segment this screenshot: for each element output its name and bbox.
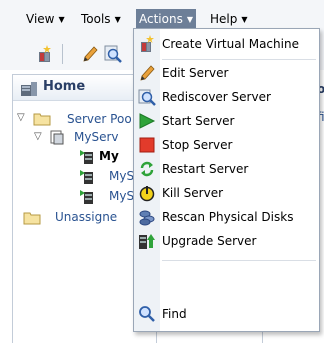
menu-actions[interactable]: Actions ▼ <box>136 9 196 29</box>
menu-actions-label: Actions <box>139 12 183 26</box>
chevron-down-icon: ▼ <box>186 15 193 24</box>
restart-icon <box>140 161 154 177</box>
actions-dropdown-menu: Create Virtual Machine Edit Server Redis… <box>133 28 320 332</box>
server-running-icon <box>80 170 93 184</box>
folder-icon <box>23 212 41 225</box>
chevron-down-icon: ▼ <box>114 15 121 24</box>
menu-item-rediscover-server[interactable]: Rediscover Server <box>134 86 319 108</box>
disks-icon <box>139 210 155 226</box>
start-play-icon <box>139 113 156 129</box>
search-magnifier-icon[interactable] <box>103 44 123 64</box>
tree-home-label[interactable]: Home <box>43 79 85 94</box>
create-vm-icon[interactable] <box>35 44 55 64</box>
menu-tools-label: Tools <box>81 12 111 26</box>
create-vm-icon <box>141 35 154 52</box>
tree-item-my-server-pool[interactable]: MyServ <box>74 128 119 146</box>
find-icon <box>139 306 155 322</box>
tree-item-server-pools[interactable]: Server Poo <box>67 110 132 128</box>
menu-item-rescan-physical-disks[interactable]: Rescan Physical Disks <box>134 206 319 228</box>
menu-item-label: Rescan Physical Disks <box>162 210 294 224</box>
menu-item-restart-server[interactable]: Restart Server <box>134 158 319 180</box>
folder-icon <box>33 113 51 126</box>
menu-item-edit-server[interactable]: Edit Server <box>134 62 319 84</box>
menu-item-label: Create Virtual Machine <box>162 37 299 51</box>
expand-toggle-icon[interactable]: ▽ <box>34 131 42 142</box>
rediscover-icon <box>138 89 156 106</box>
menu-separator <box>162 260 316 261</box>
menu-help-label: Help <box>210 12 238 26</box>
menu-item-stop-server[interactable]: Stop Server <box>134 134 319 156</box>
tree-item-server-selected[interactable]: My <box>99 147 119 165</box>
menu-item-label: Upgrade Server <box>162 234 257 248</box>
menu-item-label: Kill Server <box>162 186 224 200</box>
menu-item-label: Edit Server <box>162 66 229 80</box>
menu-item-kill-server[interactable]: Kill Server <box>134 182 319 204</box>
menu-item-label: Find <box>162 307 187 321</box>
menu-item-label: Restart Server <box>162 162 249 176</box>
home-server-icon <box>21 82 37 96</box>
menu-item-label: Rediscover Server <box>162 90 271 104</box>
tree-item-unassigned[interactable]: Unassigne <box>55 208 117 226</box>
expand-toggle-icon[interactable]: ▽ <box>17 112 25 123</box>
menu-item-label: Stop Server <box>162 138 233 152</box>
kill-power-icon <box>139 186 155 202</box>
server-running-icon <box>80 190 93 204</box>
pencil-icon <box>140 65 155 81</box>
tree-item-server[interactable]: MyS <box>109 187 134 205</box>
toolbar-separator <box>62 44 63 64</box>
edit-pencil-icon[interactable] <box>80 44 100 64</box>
server-running-icon <box>80 150 93 164</box>
server-pool-icon <box>50 130 64 145</box>
menu-item-find[interactable]: Find <box>134 303 319 325</box>
menu-item-start-server[interactable]: Start Server <box>134 110 319 132</box>
menu-item-upgrade-server[interactable]: Upgrade Server <box>134 230 319 252</box>
menu-tools[interactable]: Tools ▼ <box>78 9 124 29</box>
menu-item-create-virtual-machine[interactable]: Create Virtual Machine <box>134 33 319 55</box>
tree-item-server[interactable]: MyS <box>109 167 134 185</box>
menu-help[interactable]: Help ▼ <box>207 9 251 29</box>
stop-square-icon <box>139 137 155 153</box>
chevron-down-icon: ▼ <box>241 15 248 24</box>
menu-item-label: Start Server <box>162 114 235 128</box>
menu-view[interactable]: View ▼ <box>23 9 68 29</box>
menu-view-label: View <box>26 12 55 26</box>
upgrade-icon <box>139 234 155 249</box>
menu-separator <box>162 59 316 60</box>
chevron-down-icon: ▼ <box>58 15 65 24</box>
